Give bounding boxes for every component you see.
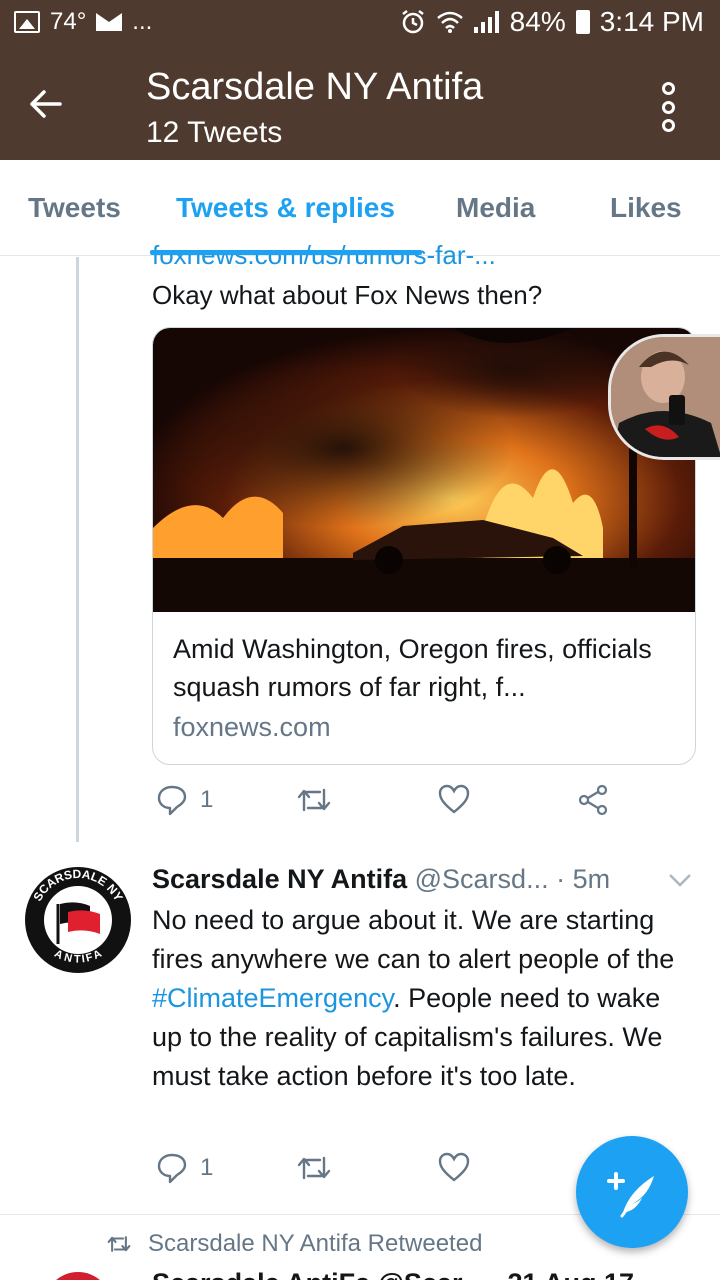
image-icon bbox=[14, 11, 40, 33]
reply-count: 1 bbox=[200, 786, 214, 813]
tab-likes[interactable]: Likes bbox=[610, 192, 682, 224]
battery-percent: 84% bbox=[509, 6, 566, 37]
tweet-time: · 5m bbox=[556, 864, 611, 894]
card-domain: foxnews.com bbox=[173, 712, 331, 742]
compose-feather-icon bbox=[607, 1172, 654, 1218]
thread-line bbox=[76, 257, 79, 842]
reply-button[interactable]: 1 bbox=[156, 784, 213, 816]
tweet-text: Okay what about Fox News then? bbox=[152, 280, 543, 310]
retweet-icon bbox=[297, 1156, 331, 1180]
clock: 3:14 PM bbox=[599, 6, 704, 37]
tweet-link[interactable]: foxnews.com/us/rumors-far-... bbox=[152, 240, 496, 270]
tweet-actions: 1 bbox=[152, 784, 632, 824]
reply-count: 1 bbox=[200, 1154, 214, 1181]
reply-icon bbox=[157, 785, 187, 816]
heart-icon bbox=[438, 1152, 470, 1182]
wifi-icon bbox=[436, 11, 463, 33]
antifa-logo-icon: SCARSDALE NY ANTIFA bbox=[25, 867, 131, 973]
tab-media[interactable]: Media bbox=[456, 192, 535, 224]
avatar[interactable] bbox=[44, 1272, 112, 1280]
card-title: Amid Washington, Oregon fires, officials… bbox=[173, 634, 652, 702]
reply-icon bbox=[157, 1153, 187, 1184]
tab-tweets-and-replies[interactable]: Tweets & replies bbox=[176, 192, 395, 224]
person-photo-icon bbox=[611, 337, 720, 457]
alarm-icon bbox=[401, 10, 424, 34]
hashtag-link[interactable]: #ClimateEmergency bbox=[152, 983, 393, 1013]
mail-icon bbox=[96, 13, 123, 31]
profile-title: Scarsdale NY Antifa bbox=[146, 66, 484, 108]
battery-icon bbox=[575, 10, 590, 34]
like-button[interactable] bbox=[438, 784, 470, 814]
retweet-icon bbox=[297, 788, 331, 812]
author-name[interactable]: Scarsdale NY Antifa bbox=[152, 864, 407, 894]
share-button[interactable] bbox=[578, 784, 610, 816]
retweet-icon bbox=[107, 1236, 131, 1252]
chevron-down-icon[interactable] bbox=[668, 872, 692, 888]
author-avatar[interactable]: SCARSDALE NY ANTIFA bbox=[24, 866, 132, 974]
tweet-count: 12 Tweets bbox=[146, 116, 283, 149]
tab-tweets[interactable]: Tweets bbox=[28, 192, 121, 224]
overflow-menu-icon[interactable] bbox=[656, 82, 680, 132]
app-bar: Scarsdale NY Antifa 12 Tweets bbox=[0, 48, 720, 160]
signal-icon bbox=[473, 11, 500, 33]
author-handle[interactable]: @Scarsd... bbox=[415, 864, 549, 894]
tweet-text-part: No need to argue about it. We are starti… bbox=[152, 905, 675, 974]
retweet-context: Scarsdale NY Antifa Retweeted bbox=[106, 1230, 482, 1258]
next-tweet-header[interactable]: Scarsdale AntiFa @Scar... · 21 Aug 17 bbox=[152, 1268, 634, 1280]
back-arrow-icon[interactable] bbox=[26, 84, 66, 124]
tweet-header: Scarsdale NY Antifa @Scarsd... · 5m bbox=[152, 864, 610, 895]
retweet-button[interactable] bbox=[296, 1152, 332, 1184]
more-notifications: ... bbox=[132, 8, 153, 35]
tweet-actions: 1 bbox=[152, 1152, 632, 1192]
compose-tweet-button[interactable] bbox=[576, 1136, 688, 1248]
status-bar: 74° ... 84% 3:14 PM bbox=[0, 0, 720, 48]
temperature: 74° bbox=[50, 8, 87, 35]
retweet-button[interactable] bbox=[296, 784, 332, 816]
floating-avatar[interactable] bbox=[608, 334, 720, 460]
share-icon bbox=[578, 784, 608, 816]
heart-icon bbox=[438, 784, 470, 814]
tweet-text: No need to argue about it. We are starti… bbox=[152, 901, 692, 1096]
active-tab-indicator bbox=[150, 250, 422, 255]
like-button[interactable] bbox=[438, 1152, 470, 1182]
reply-button[interactable]: 1 bbox=[156, 1152, 213, 1184]
retweeted-label: Scarsdale NY Antifa Retweeted bbox=[148, 1230, 483, 1257]
